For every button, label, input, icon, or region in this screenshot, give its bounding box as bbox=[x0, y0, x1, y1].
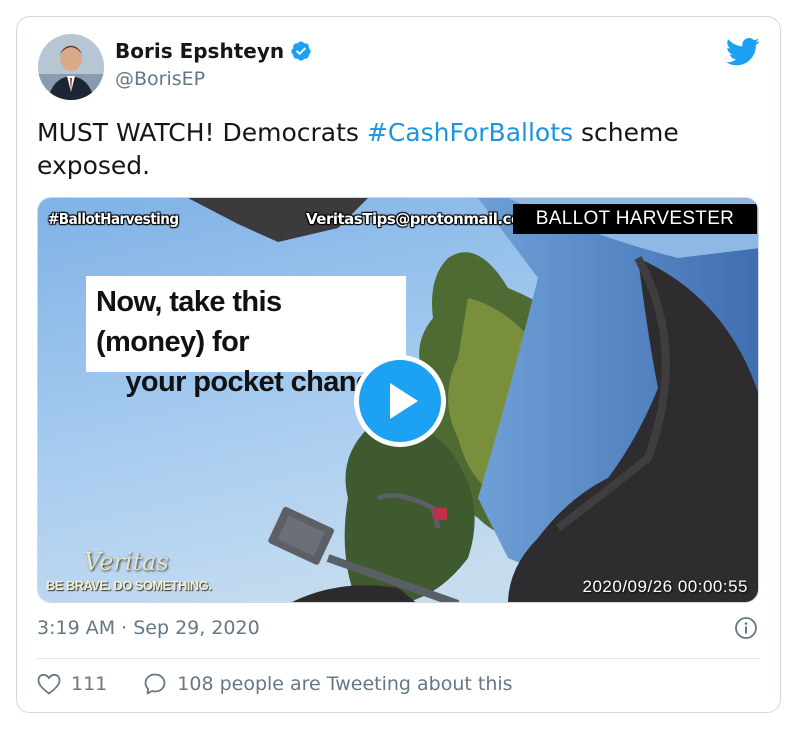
tweet-text-before: MUST WATCH! Democrats bbox=[37, 118, 367, 147]
tweet-card[interactable]: Boris Epshteyn @BorisEP MUST WATCH! Demo… bbox=[16, 16, 781, 713]
conversation-button[interactable]: 108 people are Tweeting about this bbox=[143, 672, 513, 696]
brand-tagline: BE BRAVE. DO SOMETHING. bbox=[46, 578, 212, 593]
tweet-text: MUST WATCH! Democrats #CashForBallots sc… bbox=[37, 116, 757, 182]
info-icon[interactable] bbox=[734, 616, 758, 640]
speech-bubble-icon bbox=[144, 673, 166, 695]
divider bbox=[37, 658, 760, 659]
brand-logo: Veritas bbox=[84, 548, 169, 576]
overlay-hashtag: #BallotHarvesting bbox=[48, 210, 179, 228]
action-bar: 111 108 people are Tweeting about this bbox=[37, 672, 549, 696]
video-media[interactable]: #BallotHarvesting VeritasTips@protonmail… bbox=[37, 197, 759, 603]
handle[interactable]: @BorisEP bbox=[115, 68, 205, 90]
twitter-bird-icon[interactable] bbox=[725, 37, 760, 67]
caption-line-2: your pocket change. bbox=[125, 366, 396, 398]
video-caption: Now, take this (money) for your pocket c… bbox=[86, 276, 406, 398]
play-icon bbox=[390, 383, 418, 419]
like-count: 111 bbox=[71, 673, 108, 695]
avatar[interactable] bbox=[38, 34, 104, 100]
video-timestamp: 2020/09/26 00:00:55 bbox=[582, 577, 748, 596]
overlay-label: BALLOT HARVESTER bbox=[513, 204, 757, 234]
display-name[interactable]: Boris Epshteyn bbox=[115, 39, 284, 63]
like-button[interactable]: 111 bbox=[37, 673, 107, 695]
hashtag-link[interactable]: #CashForBallots bbox=[367, 118, 573, 147]
overlay-email: VeritasTips@protonmail.com bbox=[306, 210, 536, 228]
heart-icon bbox=[37, 673, 61, 695]
caption-line-1: Now, take this (money) for bbox=[96, 286, 282, 358]
play-button[interactable] bbox=[354, 355, 446, 447]
conversation-label: 108 people are Tweeting about this bbox=[177, 673, 513, 695]
post-timestamp[interactable]: 3:19 AM · Sep 29, 2020 bbox=[37, 617, 260, 639]
verified-badge-icon bbox=[290, 40, 312, 62]
